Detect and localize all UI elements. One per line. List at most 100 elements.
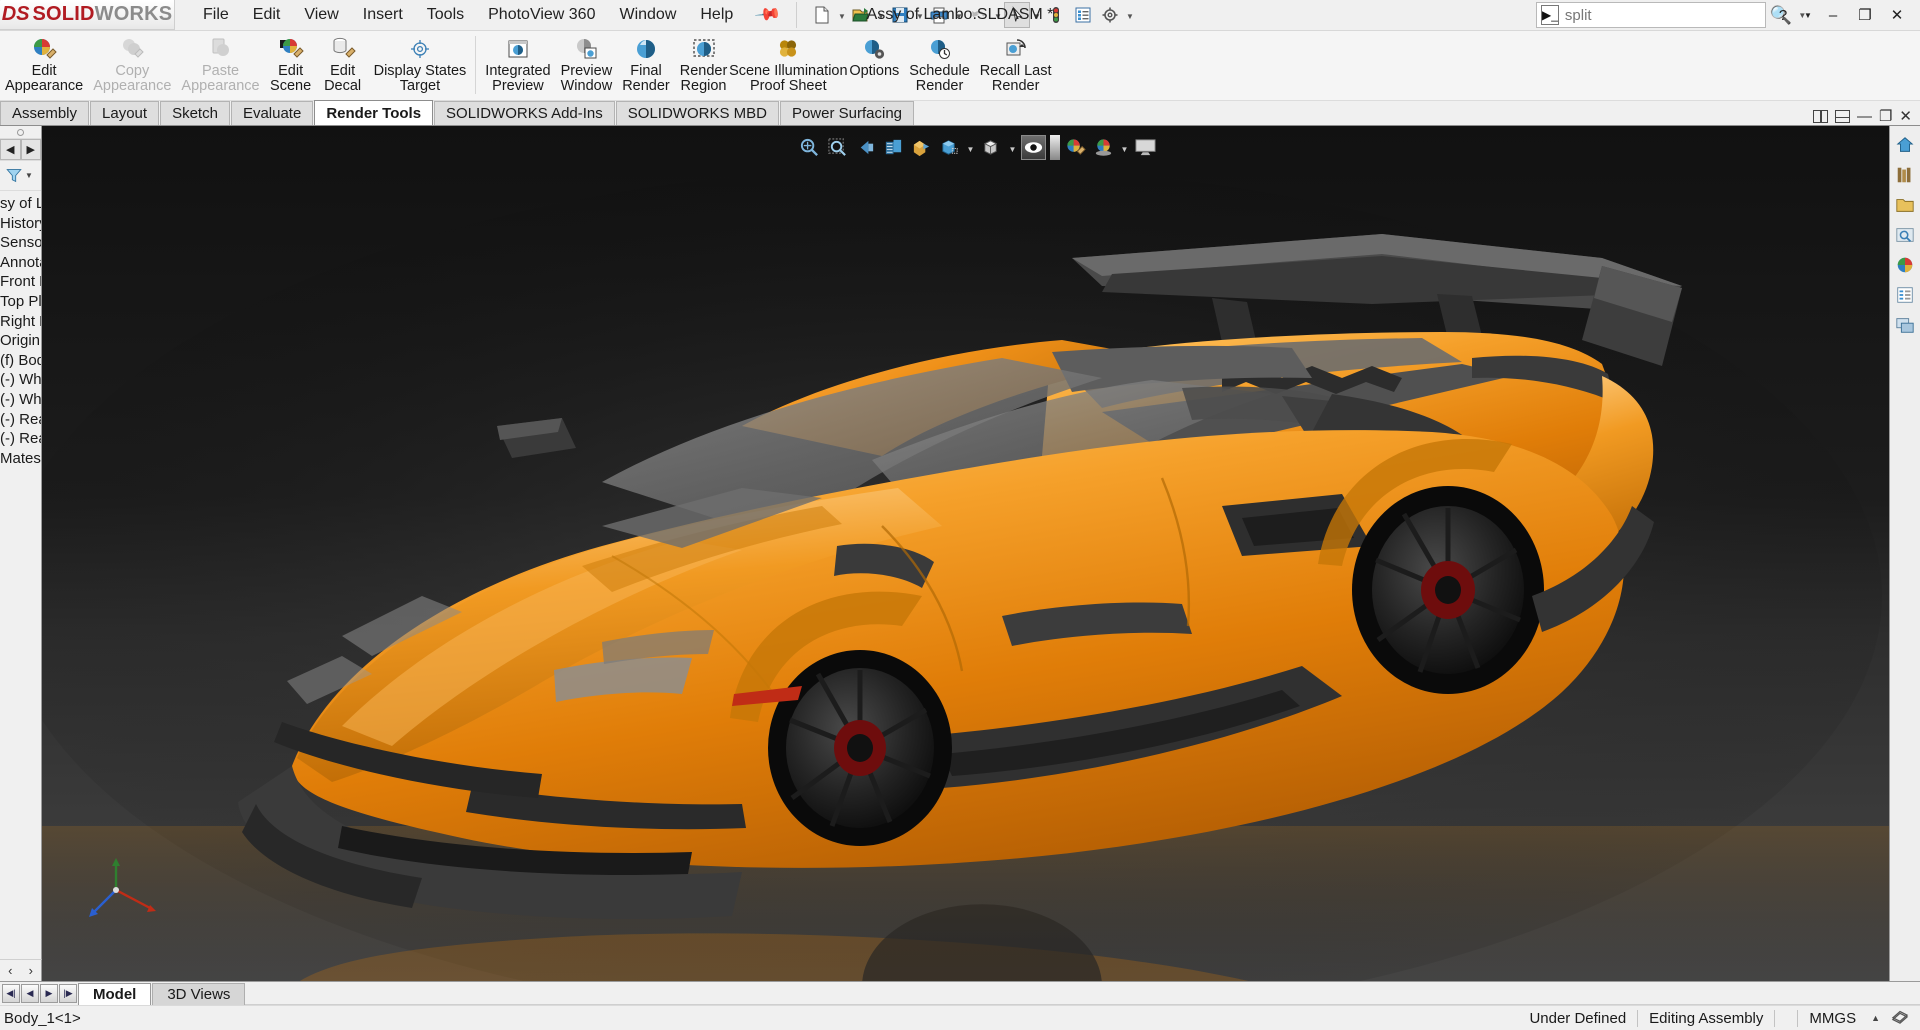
view-cube-caret[interactable]: ▼: [1007, 135, 1018, 160]
feature-tree[interactable]: sy of La History Sensor Annota Front P T…: [0, 191, 41, 981]
tree-item-top-plane[interactable]: Top Pl: [0, 293, 41, 313]
options-caret[interactable]: ▼: [1124, 2, 1135, 28]
tab-power-surfacing[interactable]: Power Surfacing: [779, 101, 915, 125]
pin-icon[interactable]: 📌: [753, 1, 782, 30]
edit-appearance-button[interactable]: Edit Appearance: [0, 33, 88, 99]
minimize-button[interactable]: –: [1818, 1, 1848, 29]
tree-item-wheel-1[interactable]: (-) Wh: [0, 371, 41, 391]
undo-icon[interactable]: [965, 2, 991, 28]
tab-render-tools[interactable]: Render Tools: [314, 100, 434, 125]
tree-item-rear-2[interactable]: (-) Rea: [0, 430, 41, 450]
final-render-button[interactable]: Final Render: [617, 33, 675, 99]
close-button[interactable]: ✕: [1882, 1, 1912, 29]
menu-tools[interactable]: Tools: [415, 2, 476, 28]
menu-window[interactable]: Window: [607, 2, 688, 28]
save-caret[interactable]: ▼: [914, 2, 925, 28]
tree-item-mates[interactable]: Mates: [0, 450, 41, 470]
copy-appearance-button[interactable]: Copy Appearance: [88, 33, 176, 99]
doc-tab-model[interactable]: Model: [78, 982, 152, 1005]
integrated-preview-button[interactable]: Integrated Preview: [480, 33, 555, 99]
open-document-caret[interactable]: ▼: [875, 2, 886, 28]
restore-button[interactable]: ❐: [1850, 1, 1880, 29]
menu-photoview360[interactable]: PhotoView 360: [476, 2, 607, 28]
tree-scroll-prev[interactable]: ‹: [8, 963, 12, 978]
help-button[interactable]: ?: [1768, 1, 1798, 29]
tree-item-front-plane[interactable]: Front P: [0, 273, 41, 293]
zoom-to-fit-icon[interactable]: [797, 135, 822, 160]
help-caret[interactable]: ▼: [1800, 1, 1816, 29]
tree-item-body[interactable]: (f) Bod: [0, 352, 41, 372]
menu-file[interactable]: File: [191, 2, 241, 28]
rebuild-icon[interactable]: [1043, 2, 1069, 28]
tab-layout[interactable]: Layout: [90, 101, 160, 125]
select-arrow-icon[interactable]: [1004, 2, 1031, 28]
tree-item-assembly[interactable]: sy of La: [0, 195, 41, 215]
custom-toolbar-icon[interactable]: [1890, 1008, 1920, 1028]
zoom-to-area-icon[interactable]: [825, 135, 850, 160]
tree-scroll-next[interactable]: ›: [29, 963, 33, 978]
file-explorer-icon[interactable]: [1893, 192, 1918, 217]
menu-insert[interactable]: Insert: [351, 2, 415, 28]
doc-tab-3d-views[interactable]: 3D Views: [152, 982, 246, 1005]
paste-appearance-button[interactable]: Paste Appearance: [176, 33, 264, 99]
tree-item-sensors[interactable]: Sensor: [0, 234, 41, 254]
save-icon[interactable]: [887, 2, 913, 28]
file-properties-icon[interactable]: [1070, 2, 1096, 28]
tab-nav-prev[interactable]: ◀: [21, 984, 39, 1003]
display-style-icon[interactable]: [937, 135, 962, 160]
tab-nav-next[interactable]: ▶: [40, 984, 58, 1003]
feature-tree-filter[interactable]: ▼: [0, 161, 41, 191]
appearances-scenes-icon[interactable]: [1893, 252, 1918, 277]
tree-item-wheel-2[interactable]: (-) Wh: [0, 391, 41, 411]
apply-scene-icon[interactable]: [1091, 135, 1116, 160]
tile-horizontal-icon[interactable]: [1834, 110, 1850, 123]
custom-properties-icon[interactable]: [1893, 282, 1918, 307]
edit-appearance-view-icon[interactable]: [1063, 135, 1088, 160]
tab-solidworks-add-ins[interactable]: SOLIDWORKS Add-Ins: [434, 101, 615, 125]
print-caret[interactable]: ▼: [953, 2, 964, 28]
recall-last-render-button[interactable]: Recall Last Render: [975, 33, 1057, 99]
feature-tree-back-button[interactable]: ◀: [0, 139, 21, 160]
new-document-caret[interactable]: ▼: [836, 2, 847, 28]
filter-caret-icon[interactable]: ▼: [25, 171, 33, 180]
tab-assembly[interactable]: Assembly: [0, 101, 90, 125]
open-document-icon[interactable]: [848, 2, 874, 28]
tab-solidworks-mbd[interactable]: SOLIDWORKS MBD: [615, 101, 779, 125]
render-options-button[interactable]: Options: [844, 33, 904, 99]
select-arrow-caret[interactable]: ▼: [1031, 2, 1042, 28]
panel-pin-dot[interactable]: [0, 126, 41, 139]
tree-item-origin[interactable]: Origin: [0, 332, 41, 352]
search-library-icon[interactable]: [1893, 222, 1918, 247]
tree-item-rear-1[interactable]: (-) Rea: [0, 411, 41, 431]
tab-evaluate[interactable]: Evaluate: [230, 101, 314, 125]
preview-window-button[interactable]: Preview Window: [556, 33, 618, 99]
section-view-icon[interactable]: [881, 135, 906, 160]
display-manager-icon[interactable]: [1893, 312, 1918, 337]
tab-nav-last[interactable]: |▶: [59, 984, 77, 1003]
design-library-icon[interactable]: [1893, 162, 1918, 187]
status-units-caret[interactable]: ▲: [1867, 1013, 1890, 1023]
undo-caret[interactable]: ▼: [992, 2, 1003, 28]
new-document-icon[interactable]: [809, 2, 835, 28]
tab-sketch[interactable]: Sketch: [160, 101, 230, 125]
display-states-target-button[interactable]: Display States Target: [369, 33, 472, 99]
view-settings-icon[interactable]: [1133, 135, 1158, 160]
restore-doc-icon[interactable]: ❐: [1879, 109, 1892, 124]
display-style-caret[interactable]: ▼: [965, 135, 976, 160]
edit-scene-button[interactable]: Edit Scene: [265, 33, 317, 99]
scene-illumination-proof-sheet-button[interactable]: Scene Illumination Proof Sheet: [729, 33, 848, 99]
menu-help[interactable]: Help: [688, 2, 745, 28]
tree-item-annotations[interactable]: Annota: [0, 254, 41, 274]
menu-view[interactable]: View: [292, 2, 350, 28]
previous-view-icon[interactable]: [853, 135, 878, 160]
apply-scene-caret[interactable]: ▼: [1119, 135, 1130, 160]
search-box[interactable]: ▶_ 🔍 ▼: [1536, 2, 1806, 28]
hide-show-items-icon[interactable]: [1021, 135, 1046, 160]
view-orientation-icon[interactable]: [909, 135, 934, 160]
tile-vertical-icon[interactable]: [1812, 110, 1828, 123]
home-icon[interactable]: [1893, 132, 1918, 157]
graphics-viewport[interactable]: ▼ ▼ ▼: [42, 126, 1889, 981]
command-search-icon[interactable]: ▶_: [1541, 5, 1559, 25]
tab-nav-first[interactable]: ◀|: [2, 984, 20, 1003]
feature-tree-forward-button[interactable]: ▶: [20, 139, 41, 160]
